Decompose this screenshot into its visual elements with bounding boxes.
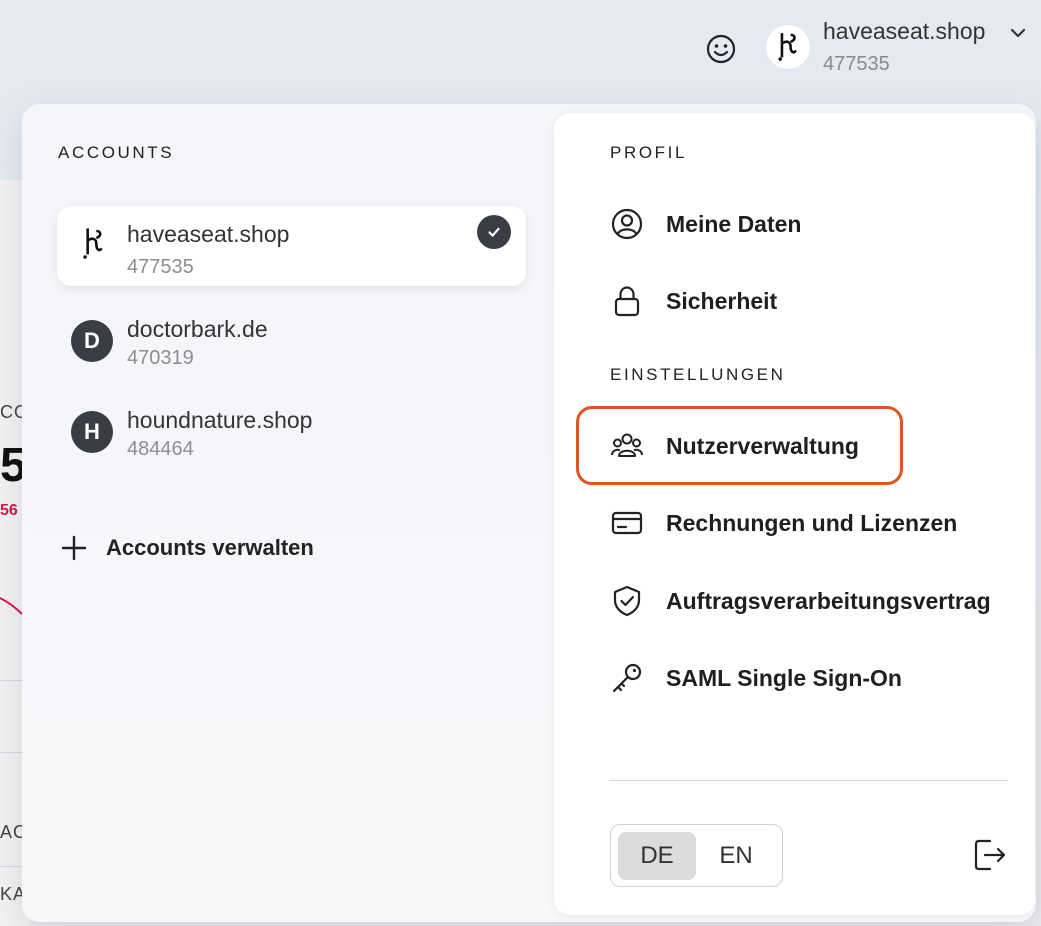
smiley-icon[interactable] [704, 32, 738, 66]
user-circle-icon [611, 208, 643, 240]
menu-item-auftragsverarbeitungsvertrag[interactable]: Auftragsverarbeitungsvertrag [610, 581, 991, 621]
menu-label: Auftragsverarbeitungsvertrag [666, 587, 991, 614]
lock-icon [614, 286, 640, 317]
haveaseat-logo-icon [72, 224, 112, 264]
plus-icon [61, 535, 87, 561]
language-option-en[interactable]: EN [697, 832, 775, 880]
accounts-heading: ACCOUNTS [58, 143, 175, 162]
menu-item-saml-sso[interactable]: SAML Single Sign-On [610, 658, 902, 698]
account-id: 484464 [127, 438, 194, 460]
settings-heading: EINSTELLUNGEN [610, 365, 786, 384]
key-icon [612, 663, 642, 693]
haveaseat-logo-icon [778, 33, 797, 61]
menu-label: Sicherheit [666, 287, 778, 314]
account-name[interactable]: haveaseat.shop [127, 221, 289, 248]
account-avatar-initial: D [71, 320, 113, 362]
background-label: CO [0, 402, 22, 422]
menu-label: Rechnungen und Lizenzen [666, 509, 958, 536]
chevron-down-icon[interactable] [1008, 23, 1028, 43]
background-divider [0, 866, 24, 867]
current-account-name[interactable]: haveaseat.shop [823, 18, 985, 45]
language-option-de[interactable]: DE [618, 832, 696, 880]
background-chart-line [0, 597, 23, 615]
background-label: AC [0, 822, 22, 842]
menu-label: Nutzerverwaltung [666, 432, 859, 459]
menu-label: SAML Single Sign-On [666, 664, 902, 691]
menu-label: Meine Daten [666, 210, 802, 237]
background-label: KA [0, 884, 22, 904]
background-kpi-change: 56 [0, 502, 18, 519]
account-id: 470319 [127, 347, 194, 369]
menu-item-nutzerverwaltung[interactable]: Nutzerverwaltung [610, 426, 859, 466]
background-divider [0, 752, 24, 753]
selected-check-icon [477, 215, 511, 249]
manage-accounts-button[interactable]: Accounts verwalten [60, 534, 314, 562]
language-switch: DE EN [610, 824, 783, 887]
account-avatar-initial: H [71, 411, 113, 453]
logout-icon[interactable] [970, 836, 1008, 874]
manage-accounts-label: Accounts verwalten [106, 535, 314, 560]
credit-card-icon [611, 511, 643, 535]
account-avatar[interactable] [766, 25, 810, 69]
account-id: 477535 [127, 256, 194, 278]
menu-item-rechnungen[interactable]: Rechnungen und Lizenzen [610, 503, 957, 543]
shield-check-icon [613, 585, 641, 617]
users-icon [611, 433, 643, 457]
current-account-id: 477535 [823, 53, 890, 75]
account-name[interactable]: doctorbark.de [127, 316, 268, 343]
profile-heading: PROFIL [610, 143, 688, 162]
menu-item-meine-daten[interactable]: Meine Daten [610, 204, 801, 244]
menu-item-sicherheit[interactable]: Sicherheit [610, 281, 777, 321]
account-name[interactable]: houndnature.shop [127, 407, 312, 434]
background-kpi-value: 5 [0, 439, 22, 492]
background-divider [0, 680, 24, 681]
divider [609, 780, 1008, 781]
